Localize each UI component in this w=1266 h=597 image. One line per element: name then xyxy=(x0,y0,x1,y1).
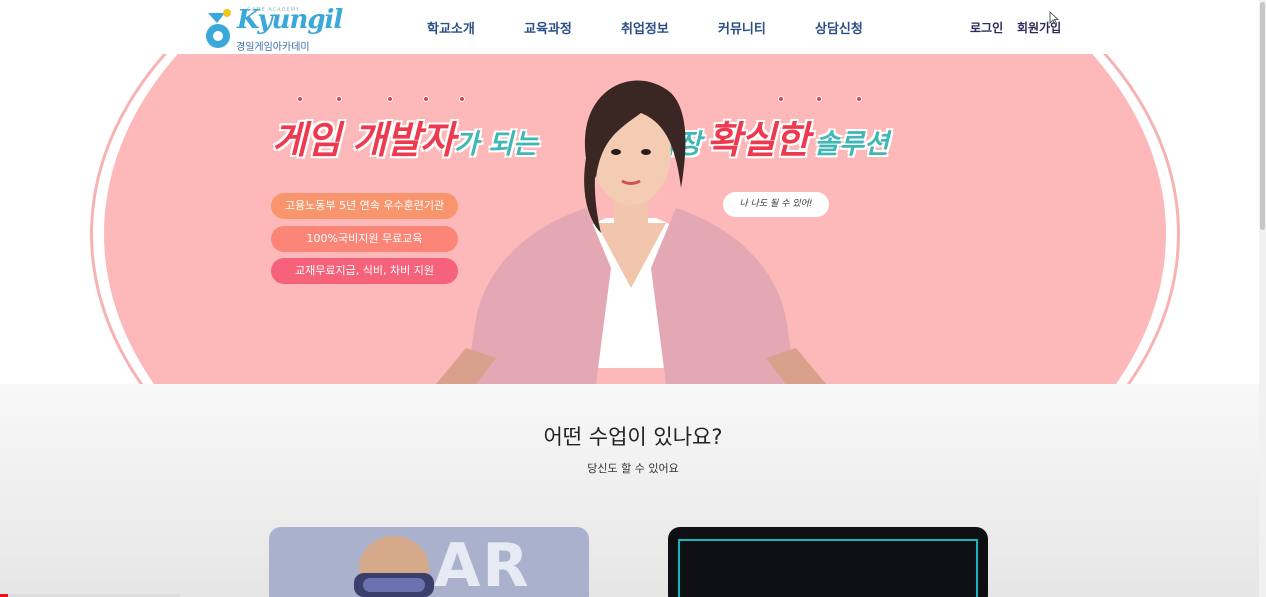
nav-item-about[interactable]: 학교소개 xyxy=(427,18,475,37)
nav-item-jobs[interactable]: 취업정보 xyxy=(621,18,669,37)
model-photo xyxy=(436,80,826,384)
hero-pill-free: 100%국비지원 무료교육 xyxy=(271,226,458,252)
page-scrollbar[interactable] xyxy=(1259,0,1266,597)
scrollbar-thumb[interactable] xyxy=(1260,2,1265,230)
course-card-label: AR xyxy=(434,531,531,597)
hero-pill-award: 고용노동부 5년 연속 우수훈련기관 xyxy=(271,193,458,219)
mouse-cursor-icon xyxy=(1049,11,1059,25)
course-card-dark[interactable] xyxy=(668,527,988,597)
logo-subtitle: 경일게임아카데미 xyxy=(236,42,310,53)
hero-pill-support: 교재무료지급, 식비, 차비 지원 xyxy=(271,258,458,284)
site-logo[interactable]: GAME ACADEMY Kyungil 경일게임아카데미 xyxy=(205,5,343,53)
hero-banner[interactable]: 게임 개발자가 되는 가장 확실한 솔루션 고용노동부 5년 연속 우수훈련기관… xyxy=(0,54,1266,384)
nav-item-curriculum[interactable]: 교육과정 xyxy=(524,18,572,37)
nav-item-community[interactable]: 커뮤니티 xyxy=(718,18,766,37)
headline-part1: 게임 개발자 xyxy=(272,118,455,162)
section-title: 어떤 수업이 있나요? xyxy=(543,425,723,449)
courses-section: 어떤 수업이 있나요? 당신도 할 수 있어요 AR xyxy=(0,384,1266,597)
nav-item-consult[interactable]: 상담신청 xyxy=(815,18,863,37)
card-frame xyxy=(678,539,978,597)
logo-wordmark: Kyungil xyxy=(237,5,343,35)
site-header: GAME ACADEMY Kyungil 경일게임아카데미 학교소개 교육과정 … xyxy=(0,0,1266,54)
course-card-ar[interactable]: AR xyxy=(269,527,589,597)
section-subtitle: 당신도 할 수 있어요 xyxy=(587,462,679,475)
logo-badge-icon xyxy=(206,9,231,48)
vr-headset-icon xyxy=(354,536,434,597)
login-link[interactable]: 로그인 xyxy=(970,19,1003,36)
